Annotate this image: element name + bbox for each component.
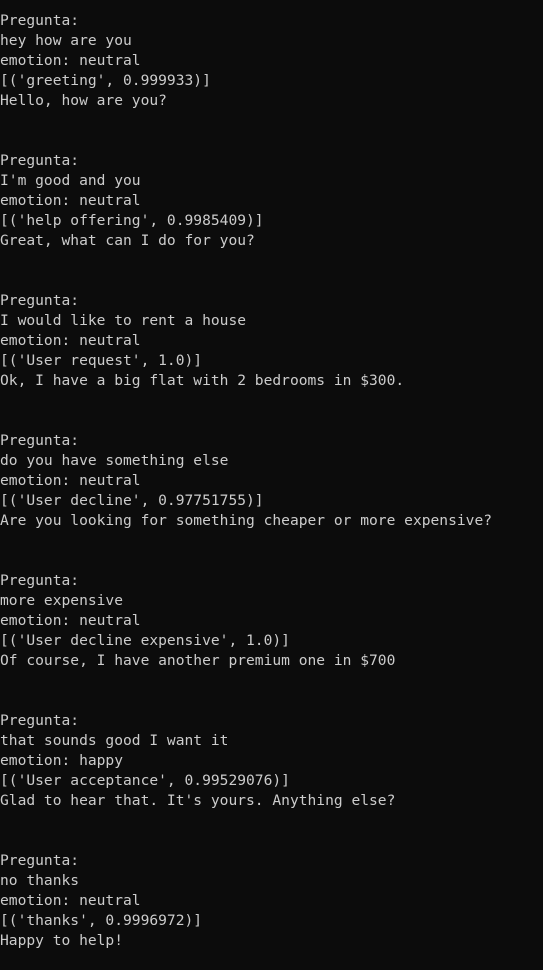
user-input-line: I would like to rent a house	[0, 312, 247, 329]
emotion-line: emotion: neutral	[0, 892, 141, 909]
prompt-label: Pregunta:	[0, 432, 80, 449]
response-line: Hello, how are you?	[0, 92, 167, 109]
user-input-line: I'm good and you	[0, 172, 141, 189]
user-input-line: hey how are you	[0, 32, 132, 49]
user-input-line: no thanks	[0, 872, 80, 889]
emotion-line: emotion: neutral	[0, 332, 141, 349]
console-output[interactable]: Pregunta: hey how are you emotion: neutr…	[0, 0, 543, 970]
intent-line: [('greeting', 0.999933)]	[0, 72, 211, 89]
exchange-block: Pregunta: no thanks emotion: neutral [('…	[0, 851, 543, 951]
exchange-block: Pregunta: more expensive emotion: neutra…	[0, 571, 543, 671]
prompt-label: Pregunta:	[0, 292, 80, 309]
response-line: Are you looking for something cheaper or…	[0, 512, 493, 529]
intent-line: [('User acceptance', 0.99529076)]	[0, 772, 290, 789]
intent-line: [('User request', 1.0)]	[0, 352, 203, 369]
response-line: Ok, I have a big flat with 2 bedrooms in…	[0, 372, 405, 389]
intent-line: [('help offering', 0.9985409)]	[0, 212, 264, 229]
response-line: Glad to hear that. It's yours. Anything …	[0, 792, 396, 809]
intent-line: [('thanks', 0.9996972)]	[0, 912, 203, 929]
response-line: Great, what can I do for you?	[0, 232, 255, 249]
exchange-block: Pregunta: I would like to rent a house e…	[0, 291, 543, 391]
prompt-label: Pregunta:	[0, 12, 80, 29]
user-input-line: more expensive	[0, 592, 124, 609]
emotion-line: emotion: neutral	[0, 52, 141, 69]
intent-line: [('User decline expensive', 1.0)]	[0, 632, 290, 649]
exchange-block: Pregunta: do you have something else emo…	[0, 431, 543, 531]
intent-line: [('User decline', 0.97751755)]	[0, 492, 264, 509]
prompt-label: Pregunta:	[0, 852, 80, 869]
response-line: Happy to help!	[0, 932, 124, 949]
prompt-label: Pregunta:	[0, 712, 80, 729]
prompt-label: Pregunta:	[0, 152, 80, 169]
user-input-line: that sounds good I want it	[0, 732, 229, 749]
emotion-line: emotion: happy	[0, 752, 124, 769]
emotion-line: emotion: neutral	[0, 472, 141, 489]
user-input-line: do you have something else	[0, 452, 229, 469]
emotion-line: emotion: neutral	[0, 612, 141, 629]
exchange-block: Pregunta: that sounds good I want it emo…	[0, 711, 543, 811]
exchange-block: Pregunta: I'm good and you emotion: neut…	[0, 151, 543, 251]
response-line: Of course, I have another premium one in…	[0, 652, 396, 669]
exchange-block: Pregunta: hey how are you emotion: neutr…	[0, 11, 543, 111]
emotion-line: emotion: neutral	[0, 192, 141, 209]
prompt-label: Pregunta:	[0, 572, 80, 589]
